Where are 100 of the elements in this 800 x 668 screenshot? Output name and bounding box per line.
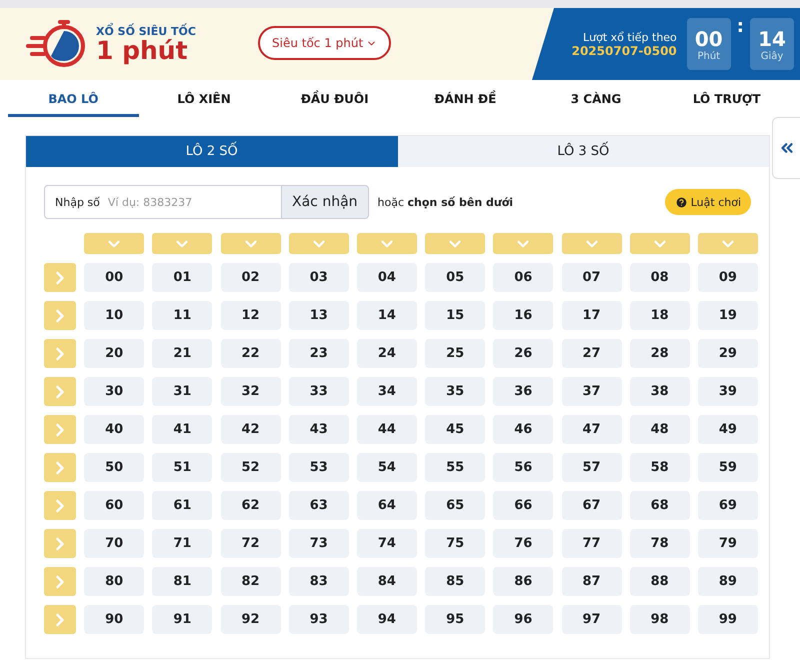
number-button[interactable]: 27	[562, 339, 622, 368]
number-button[interactable]: 04	[356, 263, 417, 292]
number-button[interactable]: 66	[493, 491, 554, 520]
number-input-field[interactable]: Ví dụ: 8383237	[106, 194, 260, 210]
number-button[interactable]: 11	[152, 301, 212, 330]
number-button[interactable]: 89	[698, 567, 758, 596]
rules-button[interactable]: Luật chơi	[664, 189, 751, 215]
number-button[interactable]: 50	[84, 453, 144, 482]
column-select-button[interactable]	[562, 233, 622, 254]
number-button[interactable]: 58	[630, 453, 690, 482]
column-select-button[interactable]	[152, 233, 212, 254]
sub-tab[interactable]: LÔ 3 SỐ	[398, 136, 769, 167]
number-button[interactable]: 95	[425, 605, 486, 634]
number-button[interactable]: 29	[698, 339, 758, 368]
column-select-button[interactable]	[493, 233, 554, 254]
number-button[interactable]: 33	[288, 377, 349, 406]
number-button[interactable]: 98	[630, 605, 690, 634]
number-button[interactable]: 91	[152, 605, 212, 634]
row-select-button[interactable]	[44, 301, 76, 330]
number-button[interactable]: 48	[630, 415, 690, 444]
number-button[interactable]: 32	[220, 377, 281, 406]
number-button[interactable]: 17	[562, 301, 622, 330]
number-button[interactable]: 73	[288, 529, 349, 558]
number-button[interactable]: 23	[288, 339, 349, 368]
game-tab[interactable]: BAO LÔ	[8, 84, 139, 117]
number-button[interactable]: 13	[288, 301, 349, 330]
number-button[interactable]: 45	[425, 415, 486, 444]
number-button[interactable]: 70	[84, 529, 144, 558]
number-button[interactable]: 61	[152, 491, 212, 520]
number-button[interactable]: 34	[356, 377, 417, 406]
number-button[interactable]: 68	[630, 491, 690, 520]
number-button[interactable]: 15	[425, 301, 486, 330]
number-button[interactable]: 30	[84, 377, 144, 406]
number-button[interactable]: 77	[562, 529, 622, 558]
number-button[interactable]: 24	[356, 339, 417, 368]
number-button[interactable]: 01	[152, 263, 212, 292]
game-tab[interactable]: ĐẦU ĐUÔI	[269, 84, 400, 117]
number-button[interactable]: 92	[220, 605, 281, 634]
number-button[interactable]: 83	[288, 567, 349, 596]
number-button[interactable]: 94	[356, 605, 417, 634]
number-button[interactable]: 03	[288, 263, 349, 292]
sub-tab[interactable]: LÔ 2 SỐ	[26, 136, 398, 167]
number-button[interactable]: 59	[698, 453, 758, 482]
number-button[interactable]: 72	[220, 529, 281, 558]
row-select-button[interactable]	[44, 491, 76, 520]
number-button[interactable]: 84	[356, 567, 417, 596]
column-select-button[interactable]	[425, 233, 486, 254]
number-button[interactable]: 49	[698, 415, 758, 444]
row-select-button[interactable]	[44, 605, 76, 634]
game-select[interactable]: Siêu tốc 1 phút	[258, 26, 392, 60]
number-button[interactable]: 69	[698, 491, 758, 520]
number-button[interactable]: 25	[425, 339, 486, 368]
number-button[interactable]: 51	[152, 453, 212, 482]
number-button[interactable]: 85	[425, 567, 486, 596]
number-button[interactable]: 87	[562, 567, 622, 596]
number-button[interactable]: 65	[425, 491, 486, 520]
number-button[interactable]: 55	[425, 453, 486, 482]
number-button[interactable]: 76	[493, 529, 554, 558]
number-button[interactable]: 82	[220, 567, 281, 596]
row-select-button[interactable]	[44, 377, 76, 406]
column-select-button[interactable]	[84, 233, 144, 254]
game-tab[interactable]: ĐÁNH ĐỀ	[400, 84, 531, 117]
number-button[interactable]: 56	[493, 453, 554, 482]
number-button[interactable]: 52	[220, 453, 281, 482]
number-button[interactable]: 05	[425, 263, 486, 292]
number-button[interactable]: 26	[493, 339, 554, 368]
number-entry-field[interactable]: Nhập số Ví dụ: 8383237	[44, 185, 282, 219]
number-button[interactable]: 86	[493, 567, 554, 596]
number-button[interactable]: 10	[84, 301, 144, 330]
game-tab[interactable]: LÔ TRƯỢT	[661, 84, 792, 117]
number-button[interactable]: 62	[220, 491, 281, 520]
row-select-button[interactable]	[44, 453, 76, 482]
number-button[interactable]: 28	[630, 339, 690, 368]
number-button[interactable]: 74	[356, 529, 417, 558]
number-button[interactable]: 53	[288, 453, 349, 482]
number-button[interactable]: 64	[356, 491, 417, 520]
row-select-button[interactable]	[44, 529, 76, 558]
confirm-button[interactable]: Xác nhận	[282, 185, 369, 219]
number-button[interactable]: 60	[84, 491, 144, 520]
column-select-button[interactable]	[356, 233, 417, 254]
number-button[interactable]: 93	[288, 605, 349, 634]
number-button[interactable]: 06	[493, 263, 554, 292]
number-button[interactable]: 44	[356, 415, 417, 444]
number-button[interactable]: 08	[630, 263, 690, 292]
number-button[interactable]: 36	[493, 377, 554, 406]
collapse-button[interactable]	[772, 117, 800, 179]
game-tab[interactable]: 3 CÀNG	[530, 84, 662, 117]
row-select-button[interactable]	[44, 263, 76, 292]
number-button[interactable]: 46	[493, 415, 554, 444]
number-button[interactable]: 16	[493, 301, 554, 330]
number-button[interactable]: 79	[698, 529, 758, 558]
number-button[interactable]: 38	[630, 377, 690, 406]
number-button[interactable]: 81	[152, 567, 212, 596]
number-button[interactable]: 47	[562, 415, 622, 444]
number-button[interactable]: 12	[220, 301, 281, 330]
number-button[interactable]: 75	[425, 529, 486, 558]
number-button[interactable]: 80	[84, 567, 144, 596]
number-button[interactable]: 96	[493, 605, 554, 634]
column-select-button[interactable]	[698, 233, 758, 254]
number-button[interactable]: 18	[630, 301, 690, 330]
